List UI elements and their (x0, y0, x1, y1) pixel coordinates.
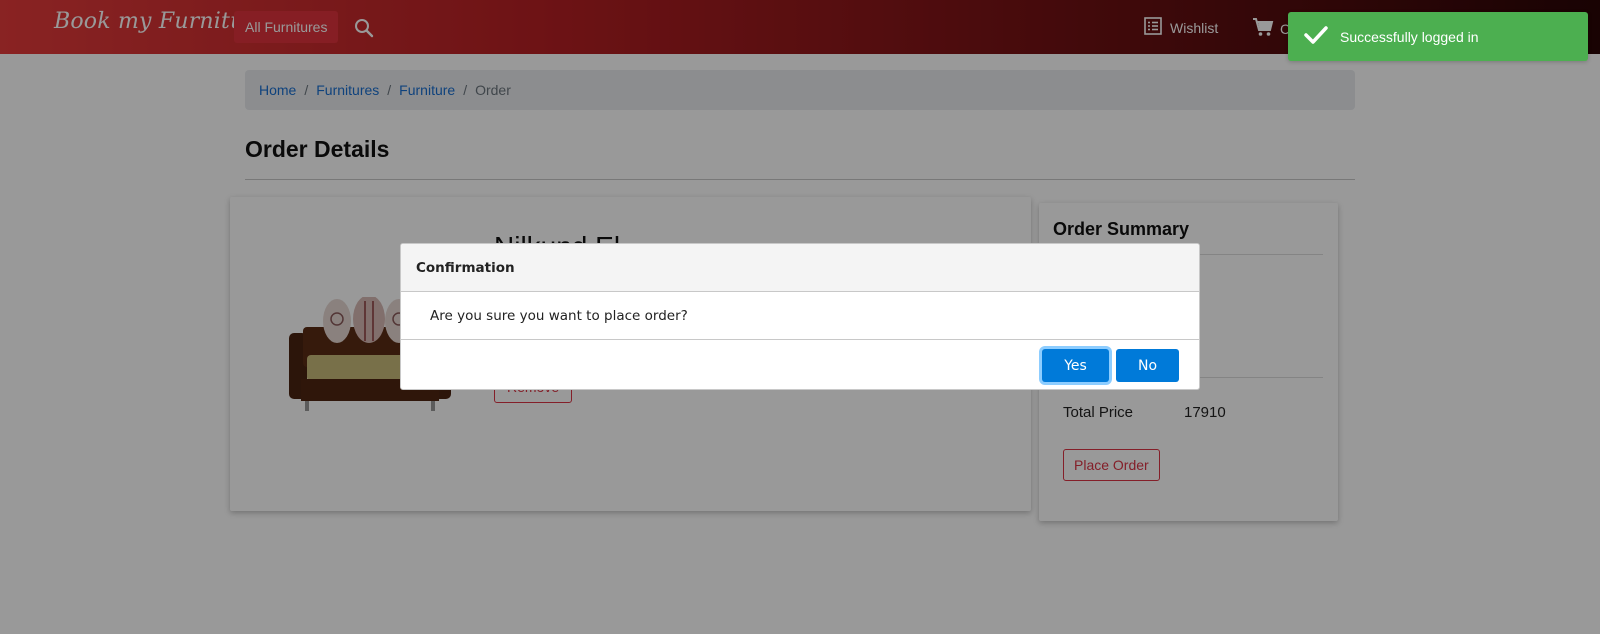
dialog-title: Confirmation (401, 244, 1199, 292)
dialog-message: Are you sure you want to place order? (401, 292, 1199, 340)
toast-message: Successfully logged in (1340, 28, 1479, 45)
yes-button[interactable]: Yes (1042, 349, 1109, 382)
dialog-footer: Yes No (401, 340, 1199, 389)
success-toast[interactable]: Successfully logged in (1288, 12, 1588, 61)
no-button[interactable]: No (1116, 349, 1179, 382)
confirmation-dialog: Confirmation Are you sure you want to pl… (400, 243, 1200, 390)
checkmark-icon (1304, 25, 1340, 48)
